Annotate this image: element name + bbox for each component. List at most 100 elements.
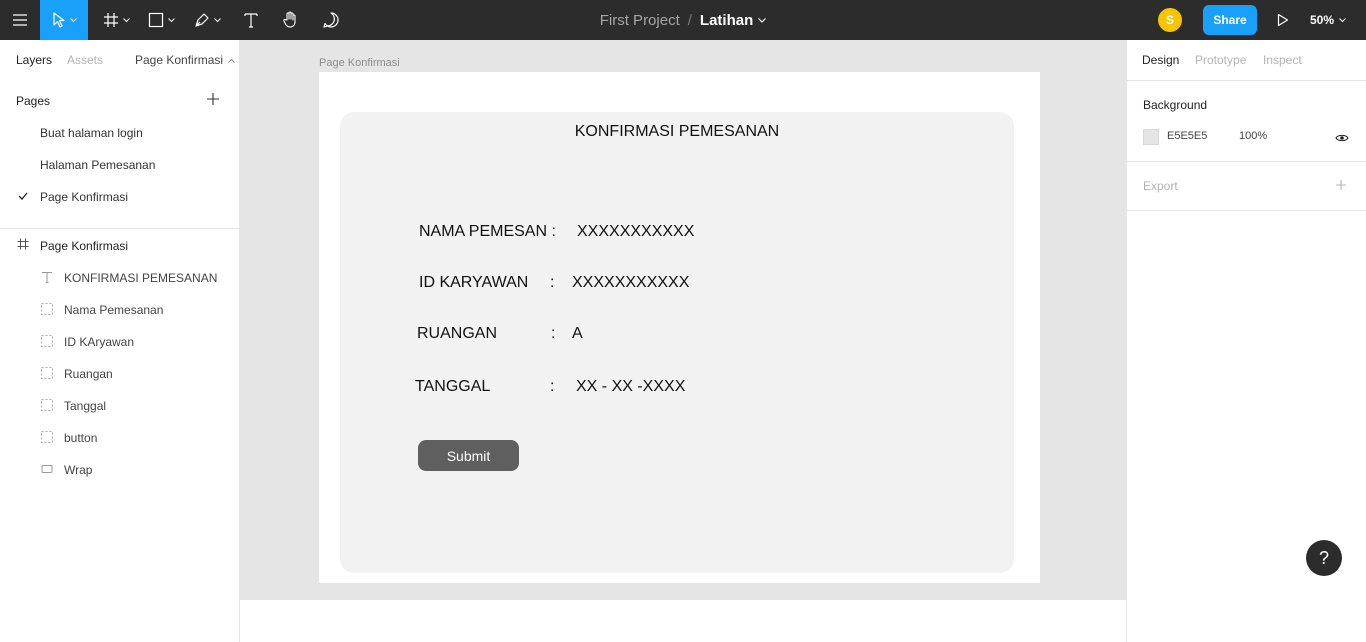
background-color-swatch[interactable] [1143,129,1159,145]
page-item-label: Buat halaman login [40,126,143,140]
nama-pemesan-label[interactable]: NAMA PEMESAN : [419,223,556,241]
group-layer-icon [41,367,53,379]
group-layer-icon [41,335,53,347]
pen-tool-button[interactable] [186,0,228,40]
layer-wrap[interactable]: Wrap [0,459,240,479]
chevron-up-icon [228,58,235,63]
add-page-button[interactable] [206,92,220,111]
check-icon [18,192,28,200]
id-karyawan-colon[interactable]: : [550,274,554,292]
tanggal-label[interactable]: TANGGAL [415,378,490,396]
comment-tool-button[interactable] [312,0,350,40]
layer-name: button [64,431,98,445]
tab-design[interactable]: Design [1142,53,1179,67]
pages-heading: Pages [16,94,51,108]
ruangan-label[interactable]: RUANGAN [417,325,497,343]
comment-tool-icon [323,12,339,28]
text-tool-icon [244,13,258,28]
toolbar: First Project / Latihan S Share 50% [0,0,1366,40]
menu-button[interactable] [0,0,40,40]
shape-tool-button[interactable] [140,0,182,40]
tanggal-value[interactable]: XX - XX -XXXX [576,378,685,396]
chevron-down-icon [1339,17,1346,22]
tab-prototype[interactable]: Prototype [1195,53,1246,67]
export-heading: Export [1143,179,1178,193]
visibility-toggle[interactable] [1335,130,1349,148]
design-title[interactable]: KONFIRMASI PEMESANAN [340,123,1014,141]
left-panel-tabs: Layers Assets Page Konfirmasi [0,40,240,81]
file-name-label: Latihan [699,11,754,29]
page-item-buat-halaman-login[interactable]: Buat halaman login [0,121,240,145]
page-item-page-konfirmasi[interactable]: Page Konfirmasi [0,185,240,209]
add-export-button[interactable] [1335,178,1347,196]
zoom-level: 50% [1310,13,1335,27]
page-item-halaman-pemesanan[interactable]: Halaman Pemesanan [0,153,240,177]
text-layer-icon [42,272,52,283]
nama-pemesan-value[interactable]: XXXXXXXXXXX [577,223,694,241]
frame-page-konfirmasi[interactable]: KONFIRMASI PEMESANAN NAMA PEMESAN : XXXX… [319,72,1040,583]
help-button[interactable]: ? [1306,540,1342,576]
avatar[interactable]: S [1158,8,1182,32]
layer-frame-page-konfirmasi[interactable]: Page Konfirmasi [0,235,240,255]
id-karyawan-value[interactable]: XXXXXXXXXXX [572,274,689,292]
ruangan-value[interactable]: A [572,325,583,343]
group-layer-icon [41,431,53,443]
tab-inspect[interactable]: Inspect [1263,53,1302,67]
ruangan-colon[interactable]: : [551,325,555,343]
group-layer-icon [41,399,53,411]
share-button[interactable]: Share [1203,5,1257,35]
move-tool-button[interactable] [40,0,88,40]
group-layer-icon [41,303,53,315]
rectangle-layer-icon [41,465,53,473]
move-tool-icon [52,12,65,28]
canvas[interactable]: Page Konfirmasi KONFIRMASI PEMESANAN NAM… [240,40,1126,600]
chevron-down-icon [167,17,175,22]
layer-konfirmasi-pemesanan[interactable]: KONFIRMASI PEMESANAN [0,267,240,287]
background-heading: Background [1143,98,1208,112]
divider [1127,80,1366,81]
background-opacity-input[interactable]: 100% [1239,130,1267,142]
id-karyawan-label[interactable]: ID KARYAWAN [419,274,528,292]
layer-button[interactable]: button [0,427,240,447]
layer-nama-pemesanan[interactable]: Nama Pemesanan [0,299,240,319]
background-hex-input[interactable]: E5E5E5 [1167,130,1207,142]
page-selector-label: Page Konfirmasi [135,53,224,67]
page-selector[interactable]: Page Konfirmasi [135,53,235,67]
tanggal-colon[interactable]: : [550,378,554,396]
layer-name: Ruangan [64,367,113,381]
divider [0,228,240,229]
breadcrumb-separator: / [687,11,692,29]
plus-icon [207,93,219,105]
present-icon [1277,13,1289,27]
shape-tool-icon [148,12,163,28]
frame-label[interactable]: Page Konfirmasi [319,57,400,69]
zoom-dropdown[interactable]: 50% [1310,0,1346,40]
project-name[interactable]: First Project [600,12,680,29]
layer-name: Nama Pemesanan [64,303,164,317]
layer-id-karyawan[interactable]: ID KAryawan [0,331,240,351]
chevron-down-icon [122,17,130,22]
layer-ruangan[interactable]: Ruangan [0,363,240,383]
wrap[interactable]: KONFIRMASI PEMESANAN NAMA PEMESAN : XXXX… [340,112,1014,573]
layer-tanggal[interactable]: Tanggal [0,395,240,415]
canvas-footer-blank [240,600,1126,642]
frame-tool-button[interactable] [96,0,136,40]
page-item-label: Halaman Pemesanan [40,158,156,172]
hand-tool-button[interactable] [272,0,310,40]
menu-icon [13,14,27,26]
layer-name: Tanggal [64,399,107,413]
frame-tool-icon [103,13,118,27]
divider [1127,210,1366,211]
file-name[interactable]: Latihan [699,11,767,29]
tab-layers[interactable]: Layers [16,53,52,67]
layer-name: KONFIRMASI PEMESANAN [64,271,218,285]
chevron-down-icon [758,17,767,23]
hand-tool-icon [283,11,296,28]
page-item-label: Page Konfirmasi [40,190,129,204]
layer-name: Page Konfirmasi [40,239,129,253]
tab-assets[interactable]: Assets [67,53,103,67]
present-button[interactable] [1268,0,1298,40]
submit-button[interactable]: Submit [418,440,519,471]
text-tool-button[interactable] [232,0,270,40]
eye-icon [1335,134,1349,142]
